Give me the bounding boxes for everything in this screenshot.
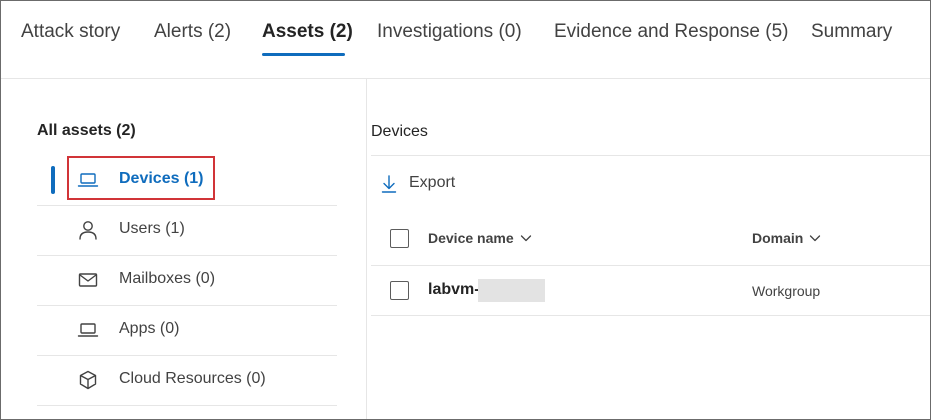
column-header-label: Domain — [752, 230, 804, 246]
assets-sidebar: All assets (2) Devices (1) Users (1) Mai… — [1, 79, 367, 419]
cube-icon — [79, 370, 97, 390]
sidebar-item-cloud-resources[interactable]: Cloud Resources (0) — [37, 355, 337, 406]
column-header-device-name[interactable]: Device name — [428, 230, 532, 246]
sidebar-item-devices[interactable]: Devices (1) — [37, 155, 337, 206]
sidebar-item-label: Mailboxes (0) — [119, 270, 216, 287]
sidebar-item-label: Cloud Resources (0) — [119, 370, 266, 387]
sidebar-item-label: Users (1) — [119, 220, 185, 237]
mail-icon — [78, 273, 98, 287]
all-assets-heading: All assets (2) — [37, 122, 136, 139]
tab-evidence-and-response[interactable]: Evidence and Response (5) — [554, 19, 788, 45]
highlight-box — [67, 156, 215, 200]
active-tab-indicator — [262, 53, 345, 56]
divider — [371, 315, 930, 316]
tab-summary[interactable]: Summary — [811, 19, 892, 45]
device-name-link[interactable]: labvm- — [428, 281, 480, 299]
divider — [371, 155, 930, 156]
chevron-down-icon — [520, 235, 531, 242]
tab-investigations[interactable]: Investigations (0) — [377, 19, 522, 45]
sidebar-item-mailboxes[interactable]: Mailboxes (0) — [37, 255, 337, 306]
devices-panel: Devices Export Device name Domain labvm-… — [367, 79, 930, 419]
tab-bar: Attack story Alerts (2) Assets (2) Inves… — [1, 1, 930, 79]
redacted-text — [478, 279, 545, 302]
chevron-down-icon — [810, 235, 821, 242]
laptop-icon — [77, 323, 99, 337]
tab-attack-story[interactable]: Attack story — [21, 19, 120, 45]
incident-assets-view: Attack story Alerts (2) Assets (2) Inves… — [0, 0, 931, 420]
tab-assets[interactable]: Assets (2) — [262, 19, 353, 45]
divider — [371, 265, 930, 266]
user-icon — [79, 221, 97, 240]
column-header-label: Device name — [428, 230, 514, 246]
select-all-checkbox[interactable] — [390, 229, 409, 248]
selected-item-indicator — [51, 166, 55, 194]
sidebar-item-users[interactable]: Users (1) — [37, 205, 337, 256]
column-header-domain[interactable]: Domain — [752, 230, 821, 246]
domain-cell: Workgroup — [752, 283, 821, 299]
panel-title: Devices — [371, 123, 428, 140]
download-icon — [381, 175, 397, 193]
export-label: Export — [409, 174, 456, 191]
sidebar-item-label: Apps (0) — [119, 320, 180, 337]
tab-alerts[interactable]: Alerts (2) — [154, 19, 231, 45]
sidebar-item-apps[interactable]: Apps (0) — [37, 305, 337, 356]
row-checkbox[interactable] — [390, 281, 409, 300]
